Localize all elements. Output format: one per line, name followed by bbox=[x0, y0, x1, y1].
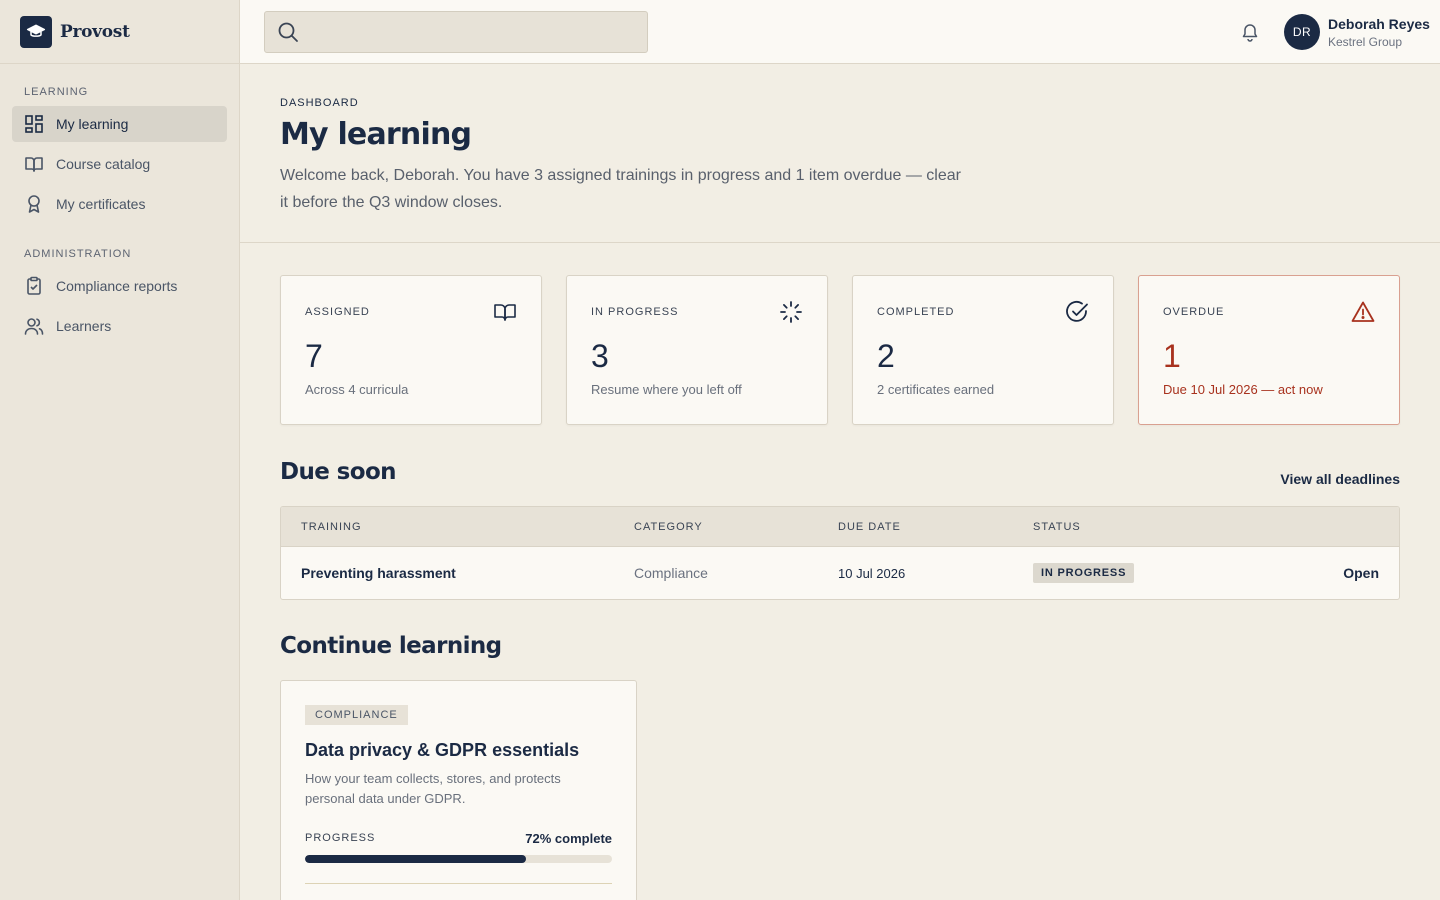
stat-value: 7 bbox=[305, 338, 323, 374]
loader-icon bbox=[779, 300, 803, 324]
sidebar-item-compliance-reports[interactable]: Compliance reports bbox=[12, 268, 227, 304]
column-header-category[interactable]: CATEGORY bbox=[634, 521, 703, 533]
nav-heading-administration: ADMINISTRATION bbox=[24, 248, 132, 260]
progress-bar-fill bbox=[305, 855, 527, 863]
sidebar-item-my-learning[interactable]: My learning bbox=[12, 106, 227, 142]
user-name[interactable]: Deborah Reyes bbox=[1328, 16, 1430, 32]
progress-bar bbox=[305, 855, 612, 863]
stat-cards: ASSIGNED 7 Across 4 curricula IN PROGRES… bbox=[280, 275, 1400, 425]
view-all-deadlines-link[interactable]: View all deadlines bbox=[1280, 471, 1400, 487]
sidebar-item-my-certificates[interactable]: My certificates bbox=[12, 186, 227, 222]
stat-value: 3 bbox=[591, 338, 609, 374]
open-training-link[interactable]: Open bbox=[1343, 565, 1379, 581]
stat-label: ASSIGNED bbox=[305, 306, 370, 318]
stat-card-assigned[interactable]: ASSIGNED 7 Across 4 curricula bbox=[280, 275, 542, 425]
progress-percent: 72% complete bbox=[525, 831, 612, 846]
sidebar-item-label: Course catalog bbox=[56, 156, 151, 172]
sidebar: Provost LEARNING My learning Course cata… bbox=[0, 0, 240, 900]
section-title-due-soon: Due soon bbox=[280, 459, 397, 485]
search-box[interactable] bbox=[264, 11, 648, 53]
training-name: Preventing harassment bbox=[301, 565, 456, 581]
graduation-cap-icon bbox=[20, 15, 52, 48]
course-category-tag: COMPLIANCE bbox=[305, 705, 408, 725]
table-header: TRAINING CATEGORY DUE DATE STATUS bbox=[281, 507, 1399, 547]
search-icon bbox=[277, 21, 299, 43]
clipboard-check-icon bbox=[24, 276, 44, 296]
user-organization: Kestrel Group bbox=[1328, 35, 1403, 49]
main-content: DASHBOARD My learning Welcome back, Debo… bbox=[240, 64, 1440, 900]
course-card[interactable]: COMPLIANCE Data privacy & GDPR essential… bbox=[280, 680, 637, 900]
status-badge: IN PROGRESS bbox=[1033, 563, 1135, 583]
nav-administration: ADMINISTRATION Compliance reports Learne… bbox=[0, 226, 239, 344]
brand[interactable]: Provost bbox=[0, 0, 239, 64]
training-category: Compliance bbox=[634, 565, 708, 581]
sidebar-item-label: My certificates bbox=[56, 196, 146, 212]
divider bbox=[305, 883, 612, 884]
table-row[interactable]: Preventing harassment Compliance 10 Jul … bbox=[281, 547, 1399, 599]
stat-subtext: Resume where you left off bbox=[591, 382, 742, 397]
stat-label: COMPLETED bbox=[877, 306, 955, 318]
column-header-status[interactable]: STATUS bbox=[1033, 521, 1081, 533]
nav-heading-learning: LEARNING bbox=[24, 86, 89, 98]
sidebar-item-course-catalog[interactable]: Course catalog bbox=[12, 146, 227, 182]
book-open-icon bbox=[24, 154, 44, 174]
page-title: My learning bbox=[280, 117, 472, 152]
stat-subtext: 2 certificates earned bbox=[877, 382, 995, 397]
check-circle-icon bbox=[1065, 300, 1089, 324]
stat-subtext: Due 10 Jul 2026 — act now bbox=[1163, 382, 1323, 397]
course-description: How your team collects, stores, and prot… bbox=[305, 771, 561, 806]
stat-card-completed[interactable]: COMPLETED 2 2 certificates earned bbox=[852, 275, 1114, 425]
progress-label: PROGRESS bbox=[305, 832, 376, 844]
sidebar-item-label: My learning bbox=[56, 116, 129, 132]
stat-label: OVERDUE bbox=[1163, 306, 1225, 318]
due-soon-table: TRAINING CATEGORY DUE DATE STATUS Preven… bbox=[280, 506, 1400, 600]
sidebar-item-label: Learners bbox=[56, 318, 112, 334]
column-header-training[interactable]: TRAINING bbox=[301, 521, 362, 533]
training-due-date: 10 Jul 2026 bbox=[838, 566, 906, 581]
stat-value: 2 bbox=[877, 338, 895, 374]
sidebar-item-learners[interactable]: Learners bbox=[12, 308, 227, 344]
notifications-bell-icon[interactable] bbox=[1240, 22, 1260, 42]
column-header-due-date[interactable]: DUE DATE bbox=[838, 521, 901, 533]
warning-icon bbox=[1351, 300, 1375, 324]
breadcrumb: DASHBOARD bbox=[280, 97, 359, 109]
section-title-continue-learning: Continue learning bbox=[280, 633, 502, 659]
topbar: DR Deborah Reyes Kestrel Group bbox=[240, 0, 1440, 64]
course-title[interactable]: Data privacy & GDPR essentials bbox=[305, 740, 579, 761]
sidebar-item-label: Compliance reports bbox=[56, 278, 178, 294]
stat-value: 1 bbox=[1163, 338, 1181, 374]
stat-card-overdue[interactable]: OVERDUE 1 Due 10 Jul 2026 — act now bbox=[1138, 275, 1400, 425]
nav-learning: LEARNING My learning Course catalog My c… bbox=[0, 64, 239, 222]
brand-name: Provost bbox=[60, 21, 130, 42]
search-input[interactable] bbox=[307, 24, 637, 40]
stat-subtext: Across 4 curricula bbox=[305, 382, 409, 397]
book-icon bbox=[493, 300, 517, 324]
users-icon bbox=[24, 316, 44, 336]
stat-card-in-progress[interactable]: IN PROGRESS 3 Resume where you left off bbox=[566, 275, 828, 425]
avatar[interactable]: DR bbox=[1284, 14, 1320, 50]
dashboard-grid-icon bbox=[24, 114, 44, 134]
welcome-message: Welcome back, Deborah. You have 3 assign… bbox=[280, 167, 961, 211]
page-header: DASHBOARD My learning Welcome back, Debo… bbox=[240, 64, 1440, 243]
stat-label: IN PROGRESS bbox=[591, 306, 679, 318]
award-ribbon-icon bbox=[24, 194, 44, 214]
